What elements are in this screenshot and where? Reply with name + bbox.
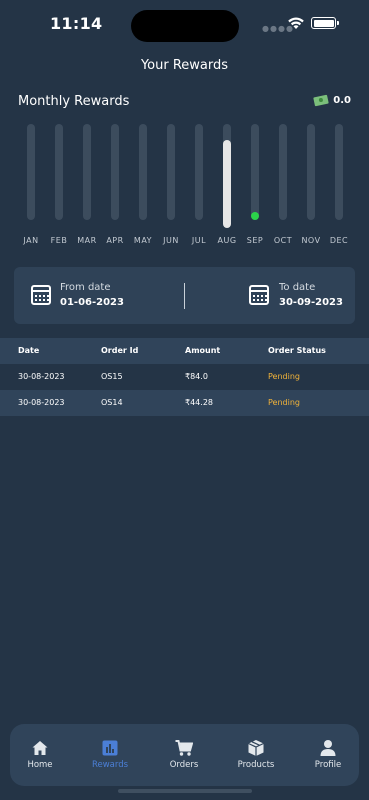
bar-track <box>55 124 63 220</box>
monthly-rewards-title: Monthly Rewards <box>18 94 130 109</box>
nav-item-profile[interactable]: Profile <box>293 724 363 786</box>
from-date-value[interactable]: 01-06-2023 <box>60 297 124 308</box>
reward-total: 0.0 <box>313 94 351 107</box>
bar-apr[interactable]: APR <box>101 124 129 246</box>
bar-track <box>251 124 259 220</box>
nav-item-products[interactable]: Products <box>221 724 291 786</box>
selected-month-marker <box>251 212 259 220</box>
to-date-value[interactable]: 30-09-2023 <box>279 297 343 308</box>
bar-nov[interactable]: NOV <box>297 124 325 246</box>
month-label: MAR <box>77 236 97 245</box>
nav-label-profile: Profile <box>314 760 342 770</box>
cart-icon <box>175 740 193 756</box>
table-header: Date Order Id Amount Order Status <box>0 338 369 364</box>
month-label: JUL <box>191 236 207 245</box>
monthly-rewards-chart: JAN FEB MAR APR MAY JUN JUL AUG SEP OCT NOV DEC <box>17 124 353 246</box>
bar-fill <box>223 140 231 228</box>
order-amount: ₹44.28 <box>185 398 213 407</box>
bar-jan[interactable]: JAN <box>17 124 45 246</box>
column-header-date: Date <box>18 346 40 355</box>
month-label: SEP <box>246 236 264 245</box>
bar-jun[interactable]: JUN <box>157 124 185 246</box>
month-label: NOV <box>301 236 321 245</box>
from-date-label: From date <box>60 282 111 293</box>
bar-sep[interactable]: SEP <box>241 124 269 246</box>
nav-item-orders[interactable]: Orders <box>149 724 219 786</box>
nav-item-home[interactable]: Home <box>5 724 75 786</box>
table-row[interactable]: 30-08-2023 OS14 ₹44.28 Pending <box>0 390 369 416</box>
nav-label-home: Home <box>27 760 53 770</box>
date-range-card: From date 01-06-2023 To date 30-09-2023 <box>14 267 355 324</box>
bar-track <box>27 124 35 220</box>
nav-label-rewards: Rewards <box>91 760 129 770</box>
money-icon <box>313 94 330 107</box>
bar-mar[interactable]: MAR <box>73 124 101 246</box>
status-bar: 11:14 ●●●● <box>0 0 369 50</box>
date-divider <box>184 283 185 309</box>
nav-label-products: Products <box>237 760 275 770</box>
month-label: FEB <box>50 236 68 245</box>
home-icon <box>32 741 48 755</box>
dynamic-island <box>131 10 239 42</box>
order-id: OS14 <box>101 398 123 407</box>
calendar-icon[interactable] <box>249 285 269 305</box>
wifi-icon <box>288 17 304 29</box>
bar-aug[interactable]: AUG <box>213 124 241 246</box>
status-time: 11:14 <box>50 14 103 33</box>
bar-track <box>83 124 91 220</box>
reward-total-value: 0.0 <box>333 95 351 106</box>
table-row[interactable]: 30-08-2023 OS15 ₹84.0 Pending <box>0 364 369 390</box>
column-header-amount: Amount <box>185 346 221 355</box>
order-date: 30-08-2023 <box>18 372 65 381</box>
orders-table: Date Order Id Amount Order Status 30-08-… <box>0 338 369 416</box>
to-date-label: To date <box>279 282 316 293</box>
chart-icon <box>102 740 118 756</box>
month-label: DEC <box>329 236 349 245</box>
month-label: AUG <box>217 236 237 245</box>
order-status: Pending <box>268 372 300 381</box>
bar-feb[interactable]: FEB <box>45 124 73 246</box>
page-title: Your Rewards <box>140 58 229 73</box>
month-label: APR <box>106 236 124 245</box>
bar-track <box>307 124 315 220</box>
bar-dec[interactable]: DEC <box>325 124 353 246</box>
column-header-order-id: Order Id <box>101 346 139 355</box>
order-status: Pending <box>268 398 300 407</box>
order-date: 30-08-2023 <box>18 398 65 407</box>
battery-icon <box>311 17 339 29</box>
bar-track <box>111 124 119 220</box>
bar-track <box>195 124 203 220</box>
bar-track <box>335 124 343 220</box>
month-label: OCT <box>273 236 293 245</box>
home-indicator <box>118 789 252 793</box>
bar-track <box>279 124 287 220</box>
box-icon <box>248 740 264 756</box>
person-icon <box>320 740 336 756</box>
order-amount: ₹84.0 <box>185 372 208 381</box>
bar-track <box>167 124 175 220</box>
month-label: JAN <box>23 236 39 245</box>
month-label: MAY <box>133 236 153 245</box>
calendar-icon[interactable] <box>31 285 51 305</box>
bar-may[interactable]: MAY <box>129 124 157 246</box>
month-label: JUN <box>163 236 179 245</box>
order-id: OS15 <box>101 372 123 381</box>
column-header-status: Order Status <box>268 346 326 355</box>
bottom-nav: Home Rewards Orders Products Profile <box>10 724 359 786</box>
nav-item-rewards[interactable]: Rewards <box>75 724 145 786</box>
bar-jul[interactable]: JUL <box>185 124 213 246</box>
bar-oct[interactable]: OCT <box>269 124 297 246</box>
nav-label-orders: Orders <box>169 760 199 770</box>
bar-track <box>139 124 147 220</box>
